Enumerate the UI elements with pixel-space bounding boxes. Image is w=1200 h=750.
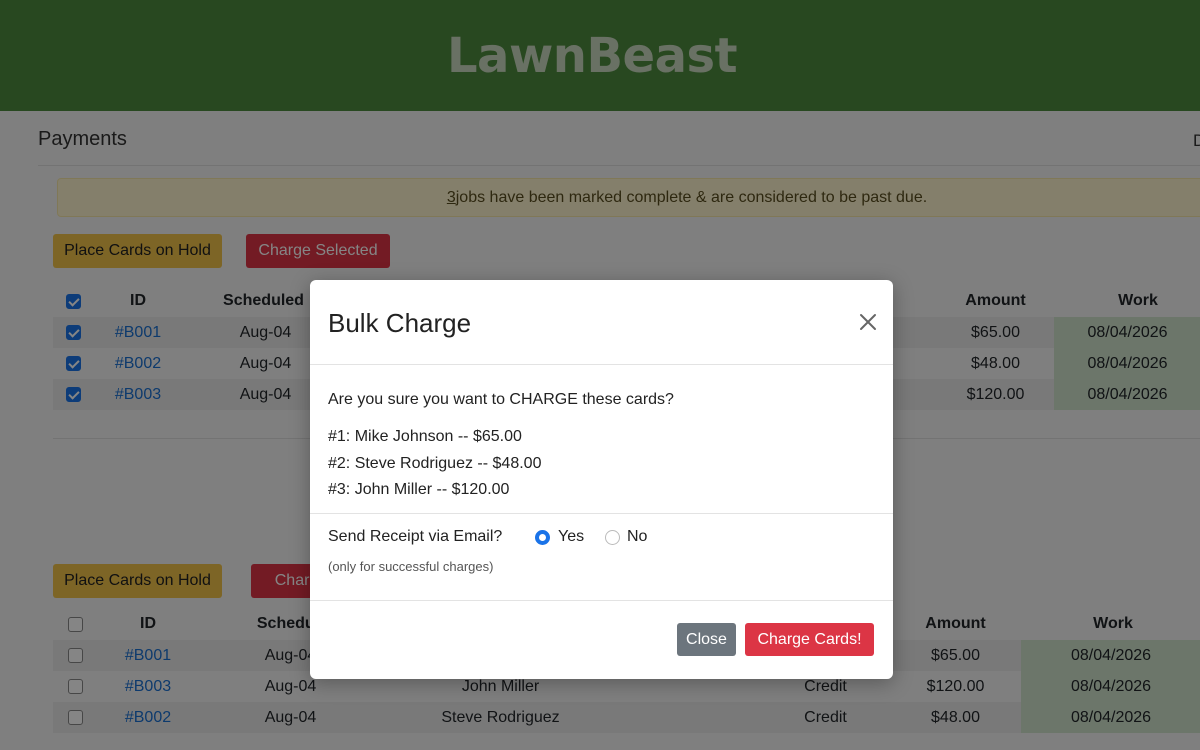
charge-confirmation-question: Are you sure you want to CHARGE these ca… xyxy=(328,391,674,408)
charge-list-item: #1: Mike Johnson -- $65.00 xyxy=(328,428,522,445)
close-icon[interactable] xyxy=(858,312,878,332)
receipt-yes-radio[interactable] xyxy=(535,530,550,545)
close-button[interactable]: Close xyxy=(677,623,736,656)
receipt-yes-label[interactable]: Yes xyxy=(558,528,584,546)
modal-header-divider xyxy=(310,364,893,365)
bulk-charge-modal: Bulk Charge Are you sure you want to CHA… xyxy=(310,280,893,679)
receipt-no-label[interactable]: No xyxy=(627,528,647,546)
modal-section-divider xyxy=(310,513,893,514)
charge-list-item: #3: John Miller -- $120.00 xyxy=(328,481,510,498)
charge-list-item: #2: Steve Rodriguez -- $48.00 xyxy=(328,455,542,472)
charge-cards-button[interactable]: Charge Cards! xyxy=(745,623,874,656)
receipt-email-label: Send Receipt via Email? xyxy=(328,528,503,545)
receipt-note: (only for successful charges) xyxy=(328,559,494,574)
modal-title: Bulk Charge xyxy=(328,308,472,338)
modal-footer-divider xyxy=(310,600,893,601)
receipt-no-radio[interactable] xyxy=(605,530,620,545)
